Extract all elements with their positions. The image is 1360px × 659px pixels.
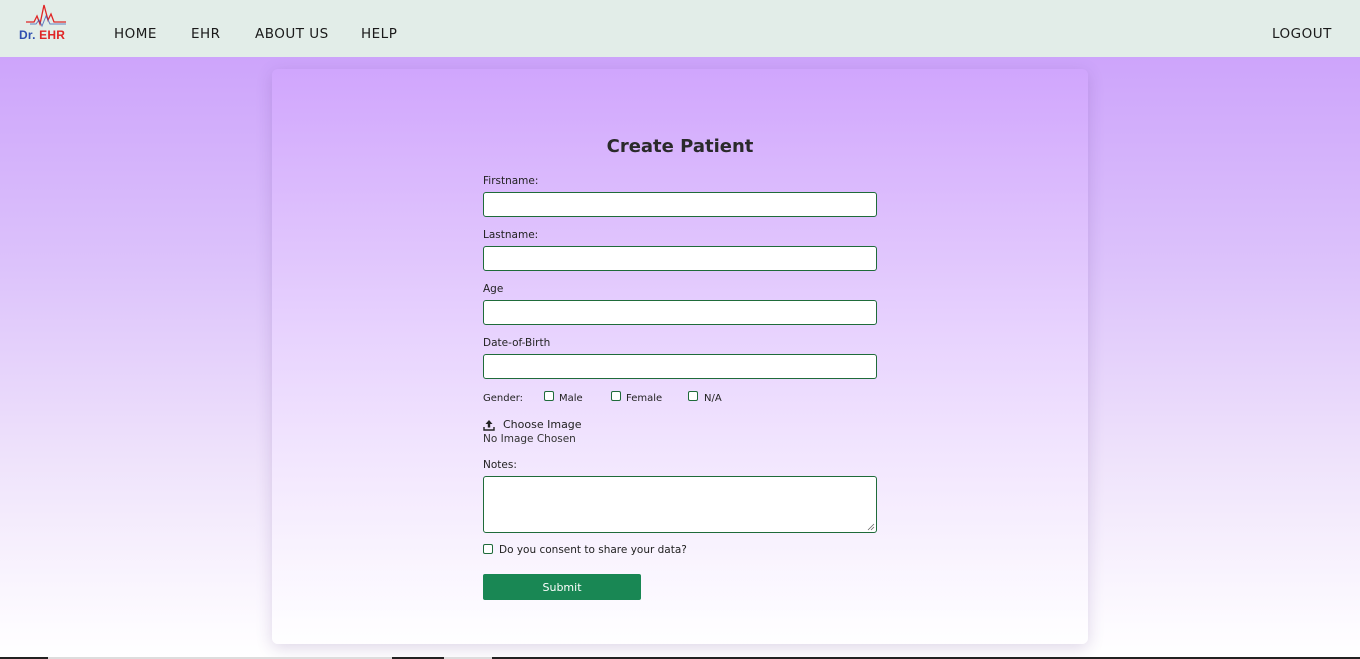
nav-help[interactable]: HELP — [361, 26, 397, 42]
logo-text: Dr. EHR — [19, 28, 65, 42]
gender-na-label: N/A — [704, 393, 722, 404]
submit-button[interactable]: Submit — [483, 574, 641, 600]
dob-label: Date-of-Birth — [483, 337, 551, 349]
lastname-label: Lastname: — [483, 229, 539, 241]
nav-logout[interactable]: LOGOUT — [1272, 26, 1332, 42]
upload-icon[interactable] — [483, 419, 495, 431]
notes-textarea[interactable] — [483, 476, 877, 533]
lastname-input[interactable] — [483, 246, 877, 271]
gender-female-checkbox[interactable] — [611, 391, 621, 401]
dob-input[interactable] — [483, 354, 877, 379]
gender-male-checkbox[interactable] — [544, 391, 554, 401]
resize-handle-icon[interactable] — [867, 523, 875, 531]
navbar: Dr. EHR HOME EHR ABOUT US HELP LOGOUT — [0, 0, 1360, 57]
logo-heartbeat-icon — [26, 4, 66, 28]
consent-checkbox[interactable] — [483, 544, 493, 554]
choose-image-button[interactable]: Choose Image — [503, 418, 582, 431]
consent-label: Do you consent to share your data? — [499, 544, 687, 556]
logo-text-suffix: EHR — [39, 28, 66, 42]
nav-home[interactable]: HOME — [114, 26, 157, 42]
gender-label: Gender: — [483, 393, 524, 404]
age-input[interactable] — [483, 300, 877, 325]
nav-ehr[interactable]: EHR — [191, 26, 221, 42]
page-title: Create Patient — [606, 136, 754, 157]
logo[interactable]: Dr. EHR — [18, 2, 74, 42]
notes-label: Notes: — [483, 459, 517, 471]
firstname-input[interactable] — [483, 192, 877, 217]
no-image-status: No Image Chosen — [483, 433, 576, 445]
age-label: Age — [483, 283, 504, 295]
nav-about-us[interactable]: ABOUT US — [255, 26, 329, 42]
gender-row: Gender: Male Female N/A — [483, 391, 883, 407]
gender-male-label: Male — [559, 393, 583, 404]
firstname-label: Firstname: — [483, 175, 539, 187]
logo-text-prefix: Dr. — [19, 28, 36, 42]
gender-female-label: Female — [626, 393, 663, 404]
gender-na-checkbox[interactable] — [688, 391, 698, 401]
